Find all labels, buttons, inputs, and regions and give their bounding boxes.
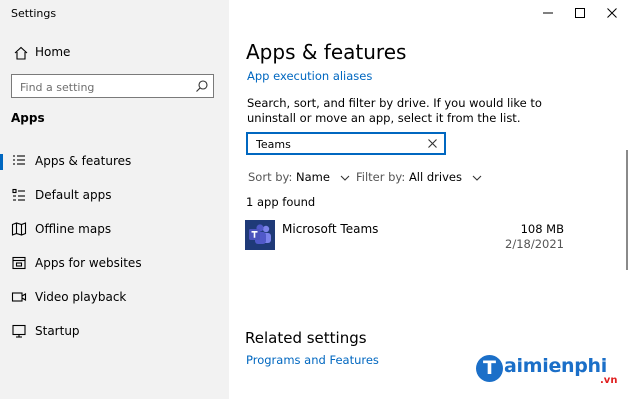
home-icon (14, 46, 28, 60)
filter-dropdown[interactable]: Filter by: All drives (356, 170, 482, 184)
sidebar-item-label: Apps & features (35, 154, 132, 168)
watermark-logo: T aimienphi .vn (476, 353, 626, 393)
sidebar: Settings Home Apps (0, 0, 229, 399)
clear-icon[interactable] (427, 138, 438, 149)
startup-icon (12, 324, 26, 338)
nav-list: Apps & features Default apps Offline map… (0, 148, 229, 352)
app-size: 108 MB (520, 222, 564, 236)
indicator (0, 188, 3, 204)
list-icon (13, 155, 25, 165)
nav-home-label: Home (35, 45, 71, 59)
sidebar-item-video-playback[interactable]: Video playback (0, 284, 229, 318)
sidebar-item-default-apps[interactable]: Default apps (0, 182, 229, 216)
app-search-box[interactable] (246, 132, 446, 155)
find-setting-input[interactable] (18, 78, 192, 96)
default-apps-icon (12, 188, 25, 201)
sidebar-item-startup[interactable]: Startup (0, 318, 229, 352)
description-text: Search, sort, and filter by drive. If yo… (247, 96, 542, 125)
find-setting-box[interactable] (11, 74, 214, 98)
indicator (0, 324, 3, 340)
video-icon (11, 292, 27, 302)
app-execution-aliases-link[interactable]: App execution aliases (247, 69, 372, 83)
programs-and-features-link[interactable]: Programs and Features (246, 353, 379, 367)
search-icon[interactable] (195, 79, 209, 93)
result-count: 1 app found (246, 195, 316, 209)
chevron-down-icon (340, 175, 350, 181)
watermark-letter: T (476, 355, 503, 382)
page-title: Apps & features (246, 40, 407, 64)
main-content: Apps & features App execution aliases Se… (229, 0, 630, 399)
sidebar-item-apps-for-websites[interactable]: Apps for websites (0, 250, 229, 284)
filter-label: Filter by: (356, 170, 406, 184)
sidebar-item-label: Startup (35, 324, 80, 338)
sidebar-item-label: Default apps (35, 188, 112, 202)
sidebar-item-label: Offline maps (35, 222, 112, 236)
chevron-down-icon (472, 175, 481, 181)
sidebar-item-apps-features[interactable]: Apps & features (0, 148, 229, 182)
sidebar-item-label: Video playback (35, 290, 127, 304)
section-header-apps: Apps (11, 111, 45, 125)
app-name: Microsoft Teams (282, 222, 379, 236)
web-apps-icon (12, 256, 26, 270)
watermark-suffix: .vn (600, 375, 618, 386)
indicator (0, 256, 3, 272)
app-search-input[interactable] (254, 136, 423, 153)
indicator (0, 290, 3, 306)
app-list-item[interactable]: Microsoft Teams 108 MB 2/18/2021 (245, 218, 565, 256)
active-indicator (0, 154, 3, 170)
sort-dropdown[interactable]: Sort by: Name (248, 170, 350, 184)
settings-window: Settings Home Apps (0, 0, 630, 399)
window-title: Settings (11, 7, 57, 20)
teams-icon (245, 220, 275, 250)
nav-home[interactable]: Home (0, 40, 229, 66)
indicator (0, 222, 3, 238)
app-date: 2/18/2021 (505, 237, 564, 251)
map-icon (11, 222, 27, 236)
sort-value: Name (296, 170, 330, 184)
sidebar-item-label: Apps for websites (35, 256, 142, 270)
filter-value: All drives (408, 170, 462, 184)
scrollbar[interactable] (626, 150, 628, 270)
sort-label: Sort by: (248, 170, 293, 184)
related-settings-title: Related settings (245, 329, 367, 347)
sidebar-item-offline-maps[interactable]: Offline maps (0, 216, 229, 250)
watermark-text: aimienphi (504, 355, 607, 377)
